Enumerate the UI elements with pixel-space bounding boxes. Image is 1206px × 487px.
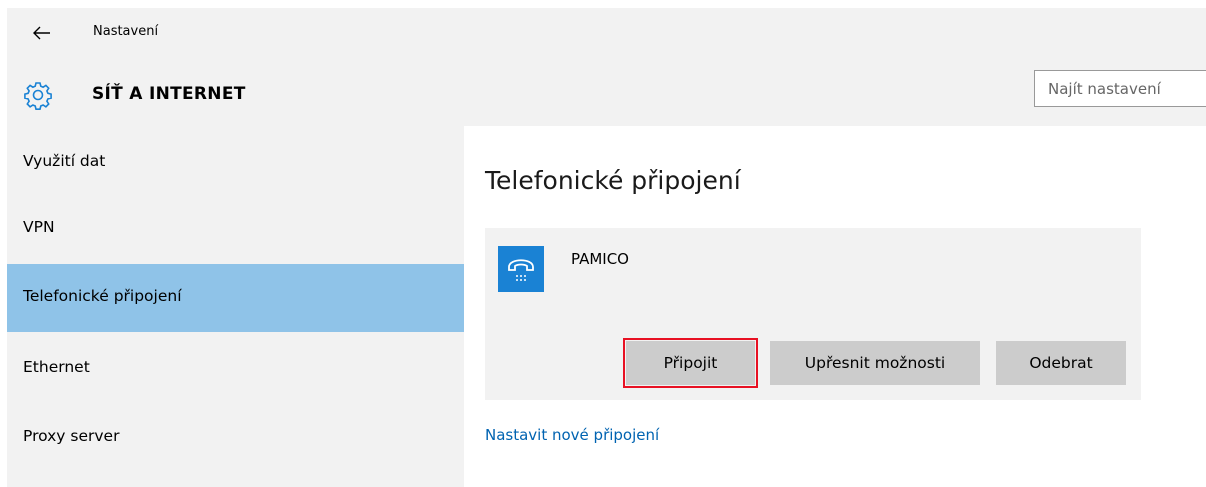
header-bar: Nastavení SÍŤ A INTERNET [7,8,1206,126]
sidebar-item-data-usage[interactable]: Využití dat [7,126,464,194]
sidebar-item-label: Využití dat [23,152,106,170]
page-title: Telefonické připojení [485,166,741,195]
search-box[interactable] [1034,70,1206,107]
section-title: SÍŤ A INTERNET [92,84,246,104]
connect-button[interactable]: Připojit [623,338,758,388]
sidebar-nav: Využití dat VPN Telefonické připojení Et… [7,126,464,487]
gear-icon [23,80,53,110]
sidebar-item-ethernet[interactable]: Ethernet [7,333,464,401]
sidebar-item-label: Ethernet [23,358,90,376]
back-arrow-icon[interactable] [30,22,52,44]
advanced-options-button[interactable]: Upřesnit možnosti [770,341,980,385]
remove-button[interactable]: Odebrat [996,341,1126,385]
sidebar-item-vpn[interactable]: VPN [7,194,464,262]
sidebar-item-dial-up[interactable]: Telefonické připojení [7,264,464,332]
connection-card[interactable]: PAMICO Připojit Upřesnit možnosti Odebra… [485,228,1141,400]
connection-name: PAMICO [571,250,629,268]
setup-new-connection-link[interactable]: Nastavit nové připojení [485,426,659,444]
sidebar-item-label: VPN [23,218,55,236]
sidebar-item-label: Telefonické připojení [23,287,182,305]
search-input[interactable] [1035,71,1206,106]
sidebar-item-label: Proxy server [23,427,120,445]
sidebar-item-proxy[interactable]: Proxy server [7,403,464,471]
dial-up-phone-icon [498,246,544,292]
app-title: Nastavení [93,24,159,39]
